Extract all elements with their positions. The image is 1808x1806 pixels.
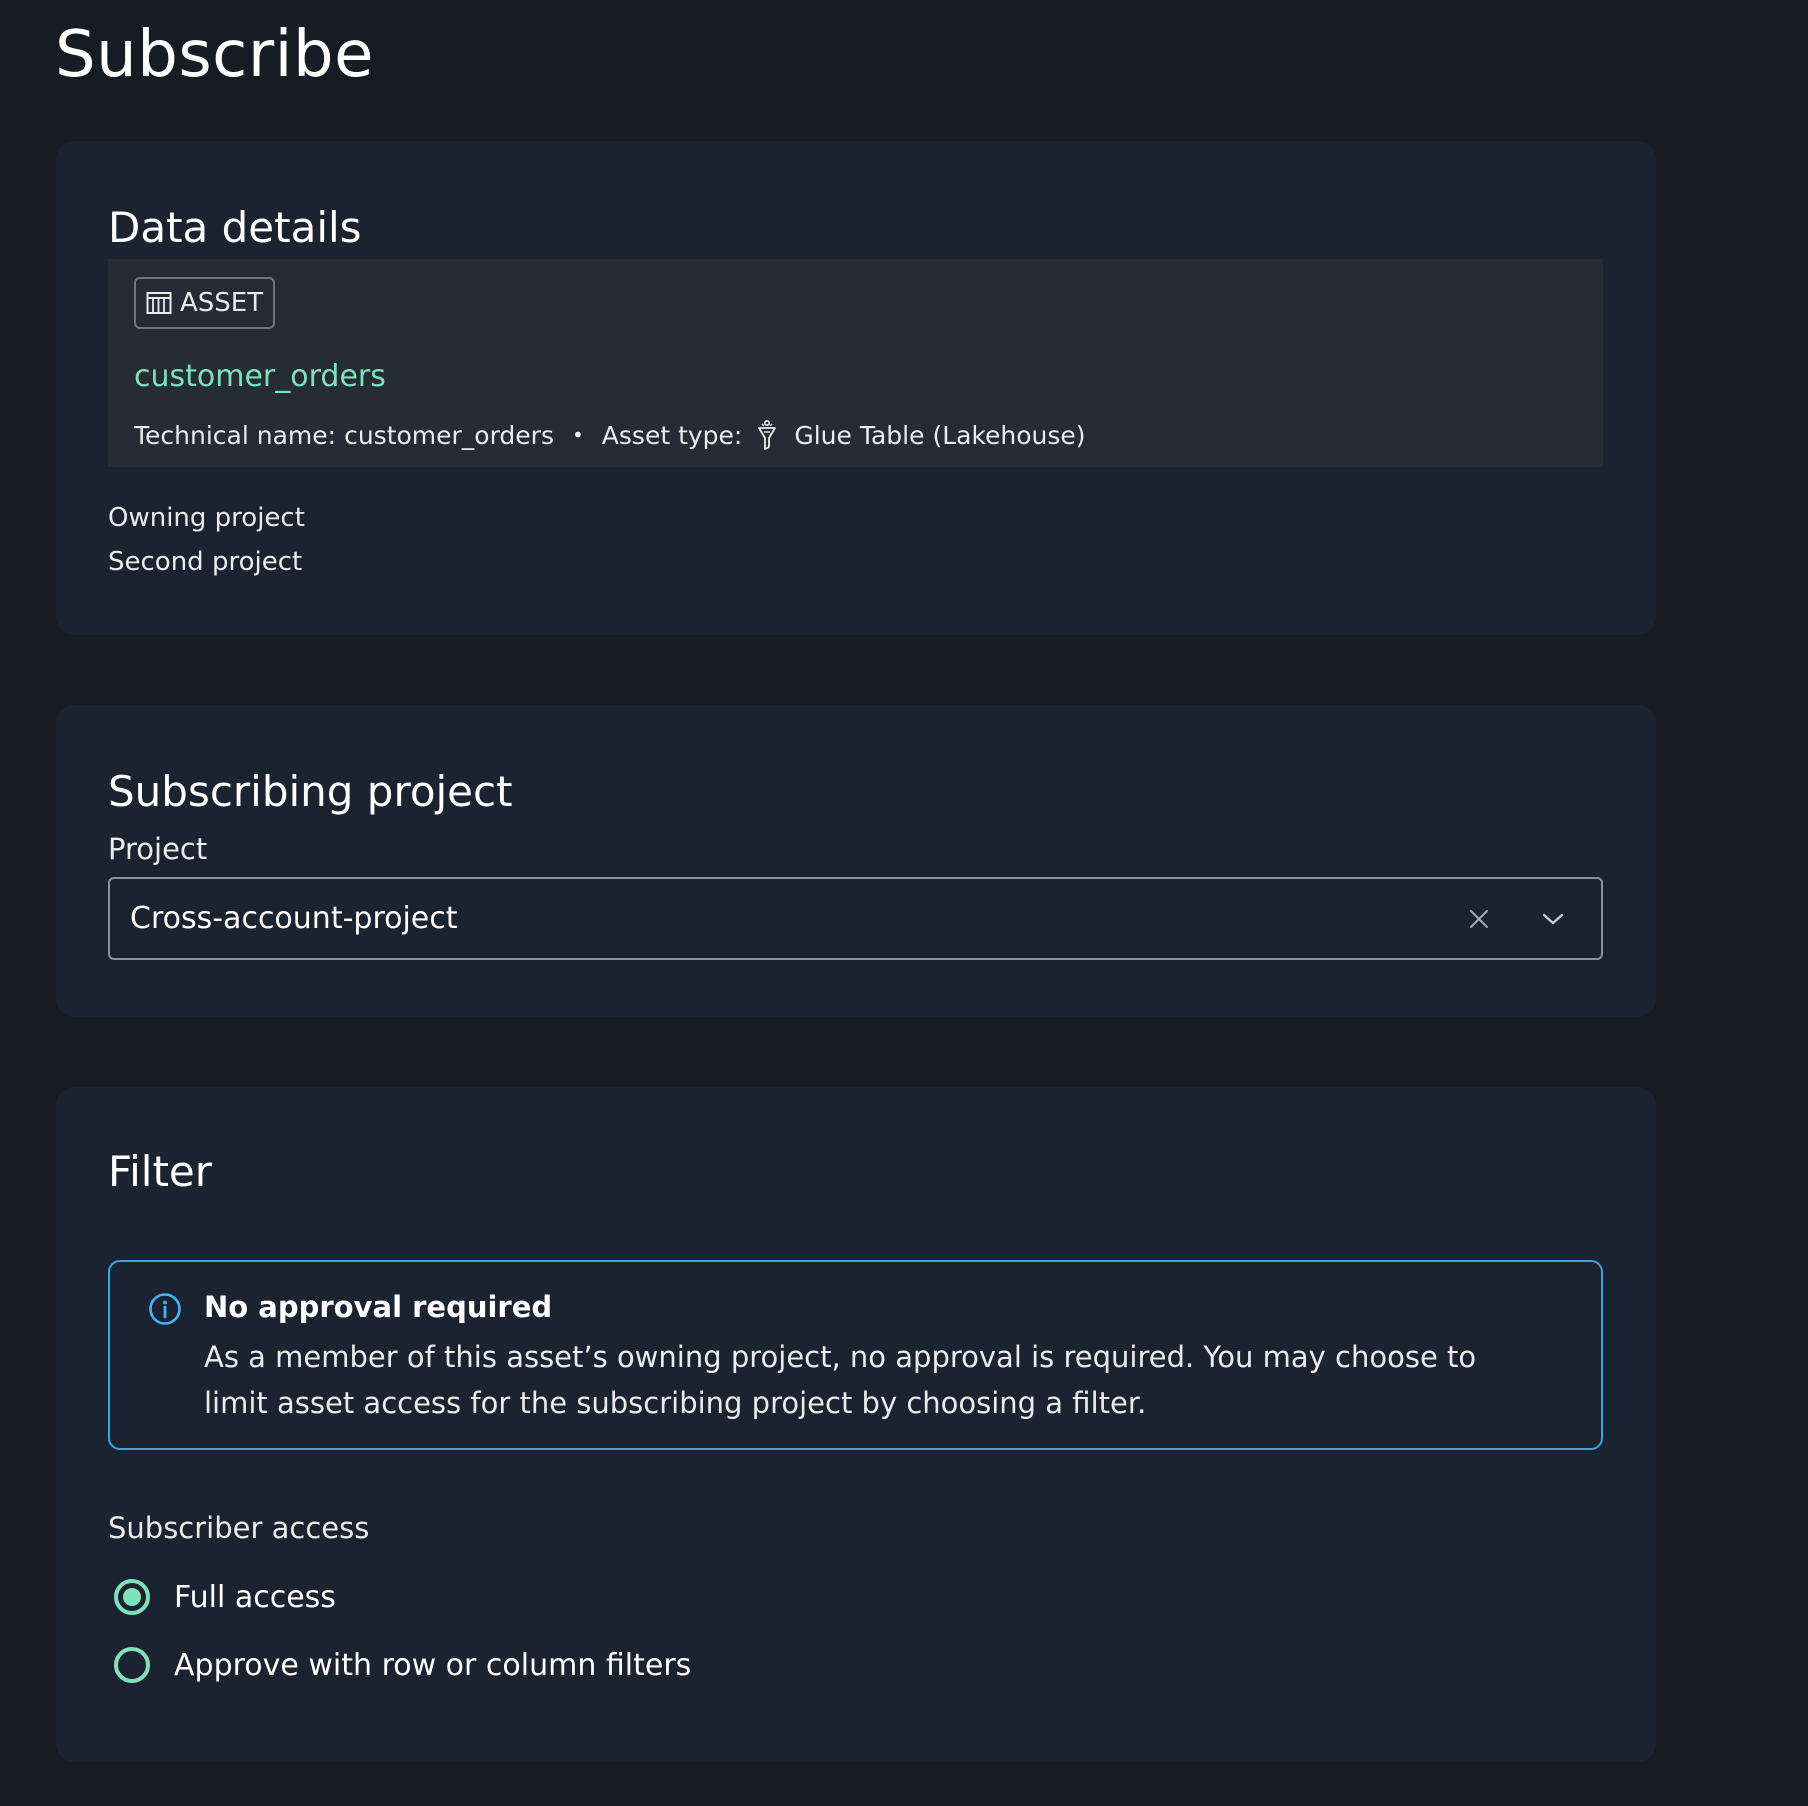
radio-label[interactable]: Full access (174, 1580, 336, 1615)
asset-badge: ASSET (134, 277, 276, 329)
info-alert: No approval required As a member of this… (108, 1260, 1603, 1450)
info-icon (148, 1292, 182, 1330)
owning-project-value: Second project (108, 547, 303, 577)
subscriber-access-label: Subscriber access (108, 1511, 370, 1545)
data-details-heading: Data details (108, 203, 362, 252)
filter-panel: Filter No approval required As a member … (56, 1087, 1656, 1762)
radio-label[interactable]: Approve with row or column filters (174, 1648, 691, 1683)
radio-button[interactable] (114, 1647, 150, 1683)
asset-meta: Technical name: customer_orders • Asset … (134, 419, 1086, 451)
radio-row-column-filters[interactable]: Approve with row or column filters (114, 1647, 691, 1683)
project-field-label: Project (108, 832, 208, 866)
page-title: Subscribe (55, 18, 374, 92)
asset-type-label: Asset type: (601, 420, 743, 450)
alert-title: No approval required (204, 1290, 553, 1324)
table-icon (146, 291, 172, 315)
subscribe-page: Subscribe Data details ASSET customer_or… (0, 0, 1808, 1806)
technical-name-label: Technical name: (134, 420, 337, 450)
project-select[interactable]: Cross-account-project (108, 877, 1603, 960)
data-details-panel: Data details ASSET customer_orders Techn… (56, 141, 1656, 635)
asset-card: ASSET customer_orders Technical name: cu… (108, 259, 1603, 467)
radio-button-selected[interactable] (114, 1579, 150, 1615)
meta-separator: • (572, 423, 584, 447)
asset-type-value: Glue Table (Lakehouse) (794, 420, 1086, 450)
close-icon[interactable] (1459, 899, 1499, 939)
asset-badge-label: ASSET (180, 288, 264, 318)
technical-name-value: customer_orders (344, 420, 554, 450)
chevron-down-icon[interactable] (1533, 899, 1573, 939)
asset-name-link[interactable]: customer_orders (134, 359, 386, 394)
subscribing-project-heading: Subscribing project (108, 767, 513, 816)
owning-project-label: Owning project (108, 503, 305, 533)
alert-body: As a member of this asset’s owning proje… (204, 1340, 1477, 1420)
project-select-value[interactable]: Cross-account-project (130, 901, 1459, 936)
subscribing-project-panel: Subscribing project Project Cross-accoun… (56, 705, 1656, 1017)
radio-full-access[interactable]: Full access (114, 1579, 336, 1615)
filter-heading: Filter (108, 1147, 213, 1196)
glue-icon (756, 419, 778, 451)
